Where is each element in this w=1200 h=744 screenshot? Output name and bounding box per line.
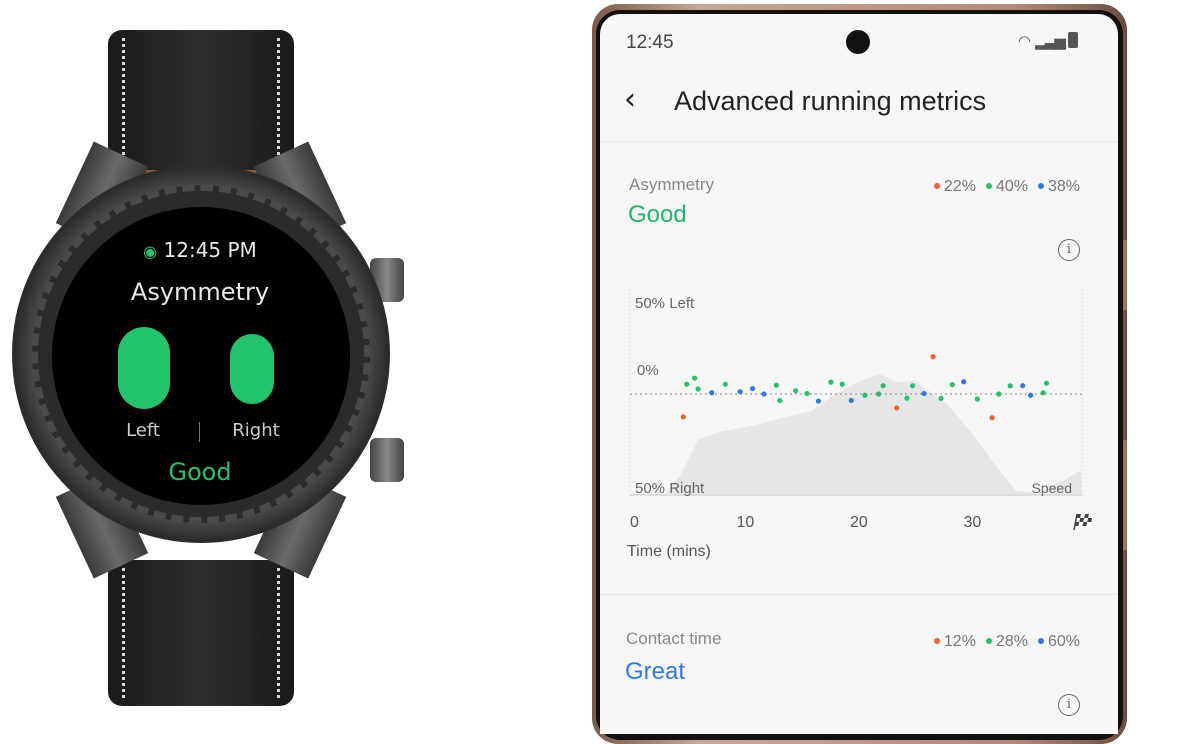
watch-strap-bottom xyxy=(108,560,294,706)
legend-dot xyxy=(1037,637,1044,644)
data-point-green xyxy=(996,391,1002,397)
watch-title: Asymmetry xyxy=(130,278,270,306)
asymmetry-chart: 50% Left 0% 50% Right Speed 0 10 20 30 xyxy=(629,290,1093,531)
data-point-blue xyxy=(815,398,822,404)
data-point-green xyxy=(828,379,834,385)
data-point-green xyxy=(773,382,780,388)
data-point-orange xyxy=(680,414,686,420)
phone-screen: 12:45 ◠ ▂▃▅ ‹ Advanced running metrics A… xyxy=(600,14,1118,734)
data-point-blue xyxy=(921,390,927,397)
watch-status: Good xyxy=(168,458,232,486)
data-point-blue xyxy=(761,391,767,397)
y-label-middle: 0% xyxy=(637,362,659,379)
data-point-blue xyxy=(961,379,967,385)
data-point-blue xyxy=(1028,392,1034,398)
contact-time-legend: 12% 28% 60% xyxy=(924,633,1080,651)
speed-label: Speed xyxy=(1032,480,1072,496)
left-foot-indicator xyxy=(118,327,170,409)
data-point-green xyxy=(1007,383,1013,389)
data-point-green xyxy=(949,382,955,388)
x-tick-label: 30 xyxy=(964,514,982,531)
data-point-green xyxy=(1043,380,1050,386)
x-tick-label: 10 xyxy=(737,514,755,531)
data-point-green xyxy=(722,381,728,387)
data-point-green xyxy=(839,381,845,387)
data-point-green xyxy=(880,383,886,389)
data-point-blue xyxy=(848,397,854,404)
data-point-green xyxy=(974,396,980,402)
section-divider xyxy=(600,594,1118,595)
x-tick-label: 0 xyxy=(630,514,639,531)
data-point-green xyxy=(910,383,916,389)
data-point-green xyxy=(793,388,799,394)
watch-right-label: Right xyxy=(232,420,280,441)
watch-bottom-button[interactable] xyxy=(370,438,404,482)
data-point-blue xyxy=(1020,383,1026,389)
data-point-green xyxy=(777,397,783,404)
data-point-green xyxy=(862,392,868,398)
legend-value: 28% xyxy=(995,633,1028,650)
data-point-green xyxy=(804,390,810,397)
data-point-orange xyxy=(894,405,900,411)
legend-value: 12% xyxy=(943,633,976,650)
data-point-green xyxy=(692,375,698,381)
data-point-green xyxy=(938,395,944,401)
data-point-green xyxy=(1040,390,1046,396)
watch-strap-top xyxy=(108,30,294,175)
divider xyxy=(199,422,200,442)
legend-dot xyxy=(933,637,940,644)
right-foot-indicator xyxy=(230,334,274,404)
data-point-orange xyxy=(989,415,995,421)
y-label-bottom: 50% Right xyxy=(635,480,705,497)
contact-time-status: Great xyxy=(625,658,686,685)
data-point-green xyxy=(904,395,910,401)
watch-left-label: Left xyxy=(126,420,160,441)
contact-time-info-icon[interactable]: i xyxy=(1058,694,1080,716)
watch-time: 12:45 PM xyxy=(163,238,257,262)
data-point-blue xyxy=(749,385,756,392)
data-point-green xyxy=(684,381,690,387)
contact-time-label: Contact time xyxy=(626,629,722,648)
x-tick-label: 20 xyxy=(850,514,868,531)
legend-dot xyxy=(985,637,992,644)
data-point-blue xyxy=(709,390,715,396)
data-point-blue xyxy=(737,389,743,395)
location-pin-icon: ◉ xyxy=(143,242,158,261)
data-point-green xyxy=(875,391,882,397)
speed-area xyxy=(664,374,1082,495)
data-point-orange xyxy=(930,354,936,360)
legend-value: 60% xyxy=(1047,633,1080,650)
y-label-top: 50% Left xyxy=(635,295,695,312)
x-axis-label: Time (mins) xyxy=(627,543,711,560)
data-point-green xyxy=(695,386,701,392)
